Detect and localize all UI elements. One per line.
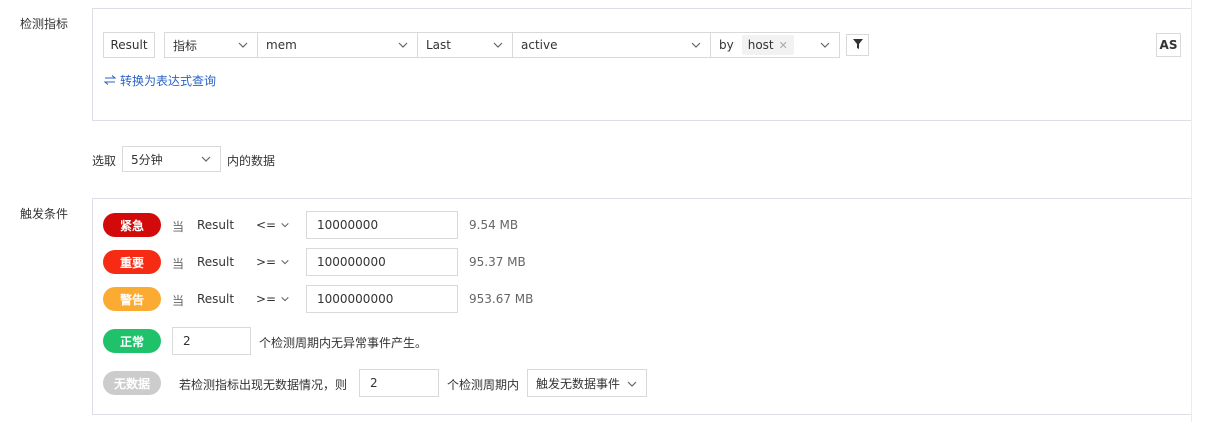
convert-expression-link[interactable]: 转换为表达式查询 xyxy=(103,72,217,89)
chevron-down-icon xyxy=(819,39,831,51)
nodata-middle: 个检测周期内 xyxy=(447,378,520,392)
type-select-value: 指标 xyxy=(173,38,198,53)
operator-select[interactable]: <= xyxy=(256,218,290,232)
aggregation-select-value: Last xyxy=(426,38,451,52)
chevron-down-icon xyxy=(397,39,409,51)
group-tag: host ✕ xyxy=(741,35,794,55)
threshold-hint: 953.67 MB xyxy=(469,292,534,306)
operator-select[interactable]: >= xyxy=(256,255,290,269)
type-select[interactable]: 指标 xyxy=(164,32,258,58)
operator-value: >= xyxy=(256,292,277,306)
level-badge-warning: 警告 xyxy=(103,287,161,311)
window-suffix: 内的数据 xyxy=(227,154,276,168)
chevron-down-icon xyxy=(280,257,290,267)
right-edge-divider xyxy=(1191,0,1192,422)
chevron-down-icon xyxy=(280,220,290,230)
rule-when-label: 当 xyxy=(172,294,185,308)
nodata-action-select[interactable]: 触发无数据事件 xyxy=(527,369,647,397)
window-select[interactable]: 5分钟 xyxy=(122,146,221,172)
rule-when-label: 当 xyxy=(172,257,185,271)
threshold-hint: 95.37 MB xyxy=(469,255,526,269)
chevron-down-icon xyxy=(626,378,638,390)
convert-expression-label: 转换为表达式查询 xyxy=(120,74,217,88)
chevron-down-icon xyxy=(237,39,249,51)
operator-value: <= xyxy=(256,218,277,232)
metric-select-value: mem xyxy=(266,38,297,52)
normal-periods-input[interactable]: 2 xyxy=(172,327,251,355)
nodata-periods-input[interactable]: 2 xyxy=(359,369,439,397)
group-by-select[interactable]: by host ✕ xyxy=(710,32,840,58)
metric-section-label: 检测指标 xyxy=(20,17,69,31)
rule-when-label: 当 xyxy=(172,220,185,234)
normal-description: 个检测周期内无异常事件产生。 xyxy=(259,336,428,350)
threshold-input[interactable]: 1000000000 xyxy=(306,285,458,313)
as-button[interactable]: AS xyxy=(1156,33,1181,57)
chevron-down-icon xyxy=(200,153,212,165)
rule-target-label: Result xyxy=(197,292,235,306)
nodata-action-value: 触发无数据事件 xyxy=(536,376,621,391)
field-select-value: active xyxy=(521,38,558,52)
trigger-section-label: 触发条件 xyxy=(20,207,69,221)
close-icon[interactable]: ✕ xyxy=(779,39,788,52)
level-badge-critical: 紧急 xyxy=(103,213,161,237)
field-select[interactable]: active xyxy=(512,32,711,58)
chevron-down-icon xyxy=(280,294,290,304)
level-badge-normal: 正常 xyxy=(103,329,161,353)
chevron-down-icon xyxy=(690,39,702,51)
chevron-down-icon xyxy=(492,39,504,51)
window-prefix: 选取 xyxy=(92,154,117,168)
threshold-input[interactable]: 100000000 xyxy=(306,248,458,276)
threshold-input[interactable]: 10000000 xyxy=(306,211,458,239)
filter-button[interactable] xyxy=(846,34,869,56)
rule-target-label: Result xyxy=(197,255,235,269)
group-tag-label: host xyxy=(747,38,774,52)
threshold-hint: 9.54 MB xyxy=(469,218,519,232)
rule-target-label: Result xyxy=(197,218,235,232)
filter-icon xyxy=(852,38,863,52)
operator-value: >= xyxy=(256,255,277,269)
metric-select[interactable]: mem xyxy=(257,32,418,58)
nodata-prefix: 若检测指标出现无数据情况，则 xyxy=(179,378,348,392)
metric-panel xyxy=(92,8,1192,121)
window-select-value: 5分钟 xyxy=(131,152,163,167)
by-label: by xyxy=(719,38,734,52)
operator-select[interactable]: >= xyxy=(256,292,290,306)
swap-icon xyxy=(103,74,117,88)
level-badge-major: 重要 xyxy=(103,250,161,274)
aggregation-select[interactable]: Last xyxy=(417,32,513,58)
level-badge-nodata: 无数据 xyxy=(103,371,161,395)
result-button[interactable]: Result xyxy=(103,32,155,58)
